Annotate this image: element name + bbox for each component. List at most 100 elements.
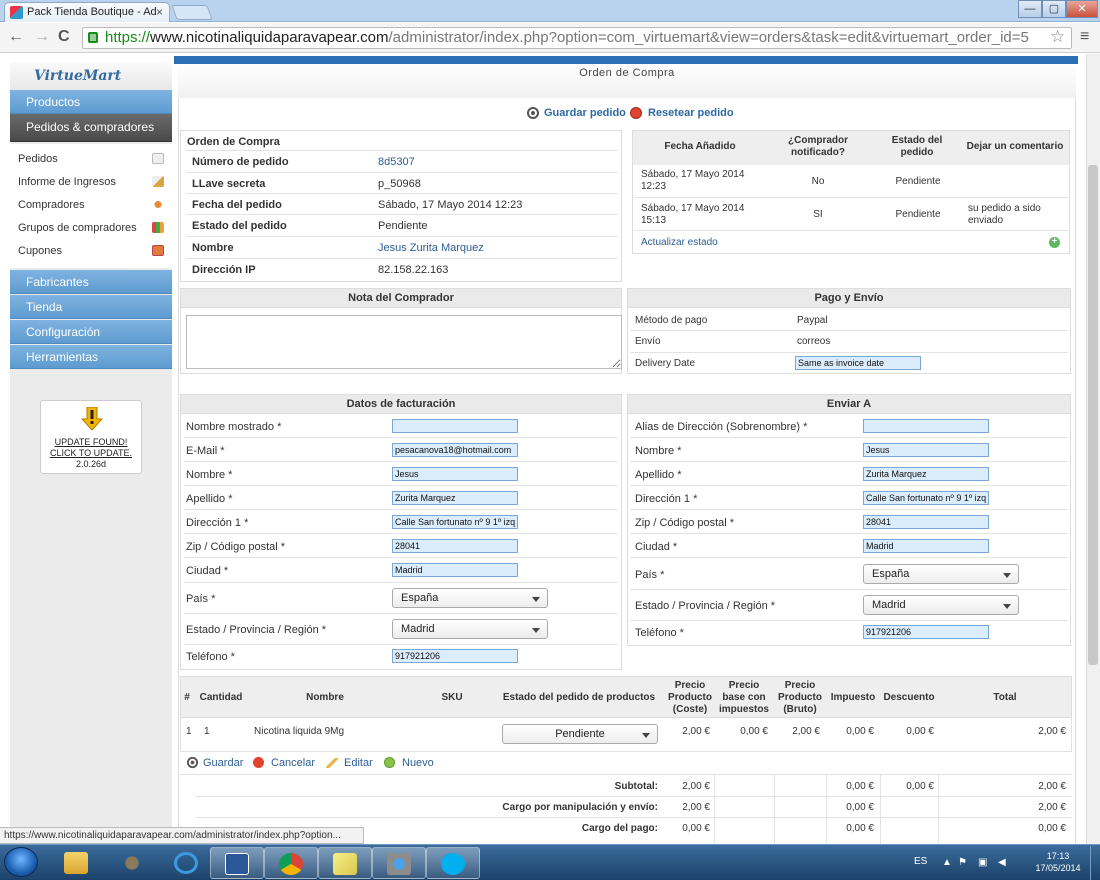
sidebar-section-manufacturers[interactable]: Fabricantes <box>10 270 172 294</box>
click-to-update-link[interactable]: CLICK TO UPDATE. <box>50 448 132 458</box>
billing-country-select[interactable]: España <box>392 588 548 608</box>
new-item-button[interactable]: Nuevo <box>402 757 434 769</box>
tab-title: Pack Tienda Boutique - Ad <box>27 6 157 18</box>
history-row1-date: Sábado, 17 Mayo 2014 12:23 <box>641 169 745 192</box>
cancel-icon <box>253 757 264 768</box>
taskbar-chrome[interactable] <box>264 847 318 879</box>
ship-city-input[interactable]: Madrid <box>863 539 989 553</box>
sidebar-item-coupons[interactable]: Cupones <box>18 245 62 257</box>
billing-address-input[interactable]: Calle San fortunato nº 9 1º izq <box>392 515 518 529</box>
ship-last-name-input[interactable]: Zurita Marquez <box>863 467 989 481</box>
update-found-link[interactable]: UPDATE FOUND! <box>55 437 128 447</box>
reset-order-button[interactable]: Resetear pedido <box>648 107 734 119</box>
cancel-items-button[interactable]: Cancelar <box>271 757 315 769</box>
ship-alias-input[interactable] <box>863 419 989 433</box>
tray-flag-icon[interactable]: ⚑ <box>958 857 967 868</box>
history-row2-status: Pendiente <box>895 209 941 220</box>
sidebar-section-store[interactable]: Tienda <box>10 295 172 319</box>
scrollbar-thumb[interactable] <box>1088 165 1098 665</box>
virtuemart-logo: VirtueMart <box>10 62 172 90</box>
page-title: Orden de Compra <box>178 64 1076 98</box>
language-indicator[interactable]: ES <box>914 856 927 867</box>
show-desktop-button[interactable] <box>1090 846 1100 880</box>
bookmark-star-icon[interactable]: ☆ <box>1050 27 1065 47</box>
ship-address-input[interactable]: Calle San fortunato nº 9 1º izq <box>863 491 989 505</box>
sidebar-section-configuration[interactable]: Configuración <box>10 320 172 344</box>
new-tab-button[interactable] <box>171 5 213 20</box>
start-button[interactable] <box>4 847 38 877</box>
taskbar-ie[interactable] <box>160 847 214 879</box>
window-close-button[interactable]: ✕ <box>1066 0 1098 18</box>
sidebar-section-orders[interactable]: Pedidos & compradores <box>10 114 172 142</box>
billing-phone-input[interactable]: 917921206 <box>392 649 518 663</box>
reload-icon[interactable]: C <box>58 28 70 46</box>
tray-expand-icon[interactable]: ▲ <box>942 857 952 868</box>
items-col-num: # <box>184 692 190 703</box>
address-bar[interactable]: https://www.nicotinaliquidaparavapear.co… <box>82 27 1072 49</box>
browser-tab[interactable]: Pack Tienda Boutique - Ad × <box>4 2 170 22</box>
buyer-note-textarea[interactable] <box>186 315 622 369</box>
billing-display-name-input[interactable] <box>392 419 518 433</box>
taskbar-network[interactable] <box>372 847 426 879</box>
ship-country-select[interactable]: España <box>863 564 1019 584</box>
url-host: www.nicotinaliquidaparavapear.com <box>150 29 389 46</box>
back-arrow-icon[interactable]: ← <box>8 28 24 46</box>
sidebar-item-revenue-report[interactable]: Informe de Ingresos <box>18 176 116 188</box>
taskbar-gimp[interactable] <box>106 847 160 879</box>
ship-phone-input[interactable]: 917921206 <box>863 625 989 639</box>
delivery-date-label: Delivery Date <box>635 358 696 369</box>
edit-items-button[interactable]: Editar <box>344 757 373 769</box>
browser-menu-icon[interactable]: ≡ <box>1080 28 1089 46</box>
taskbar-skype[interactable] <box>426 847 480 879</box>
forward-arrow-icon[interactable]: → <box>34 28 50 46</box>
shipping-fee-label: Cargo por manipulación y envío: <box>502 802 658 813</box>
history-row2-comment: su pedido a sido enviado <box>968 203 1041 226</box>
taskbar-explorer[interactable] <box>50 847 104 879</box>
tray-network-icon[interactable]: ▣ <box>978 857 987 868</box>
billing-state-select[interactable]: Madrid <box>392 619 548 639</box>
customer-name-link[interactable]: Jesus Zurita Marquez <box>378 242 484 254</box>
ship-first-name-label: Nombre * <box>635 445 682 457</box>
sidebar-item-buyer-groups[interactable]: Grupos de compradores <box>18 222 137 234</box>
url-scheme: https:// <box>105 29 151 46</box>
update-status-link[interactable]: Actualizar estado <box>641 237 718 248</box>
items-col-base: Precio base con impuestos <box>718 680 769 715</box>
billing-last-name-input[interactable]: Zurita Marquez <box>392 491 518 505</box>
taskbar-notes[interactable] <box>318 847 372 879</box>
billing-city-input[interactable]: Madrid <box>392 563 518 577</box>
ship-state-label: Estado / Provincia / Región * <box>635 600 776 612</box>
window-maximize-button[interactable]: ▢ <box>1042 0 1066 18</box>
sidebar-section-tools[interactable]: Herramientas <box>10 345 172 369</box>
sidebar-section-products[interactable]: Productos <box>10 90 172 114</box>
save-items-button[interactable]: Guardar <box>203 757 243 769</box>
billing-email-input[interactable]: pesacanova18@hotmail.com <box>392 443 518 457</box>
sidebar-item-buyers[interactable]: Compradores <box>18 199 85 211</box>
delivery-date-input[interactable]: Same as invoice date <box>795 356 921 370</box>
tab-close-icon[interactable]: × <box>156 5 163 19</box>
item-status-select[interactable]: Pendiente <box>502 724 658 744</box>
taskbar-word[interactable] <box>210 847 264 879</box>
add-status-plus-icon[interactable]: + <box>1049 237 1060 248</box>
update-notice[interactable]: UPDATE FOUND! CLICK TO UPDATE. 2.0.26d <box>40 400 142 474</box>
buyers-people-icon <box>152 199 164 210</box>
payment-fee-total: 0,00 € <box>1038 823 1066 834</box>
secret-key-label: LLave secreta <box>192 178 266 190</box>
billing-first-name-input[interactable]: Jesus <box>392 467 518 481</box>
tray-volume-icon[interactable]: ◀ <box>998 857 1006 868</box>
billing-zip-input[interactable]: 28041 <box>392 539 518 553</box>
payment-fee-label: Cargo del pago: <box>581 823 658 834</box>
ship-zip-input[interactable]: 28041 <box>863 515 989 529</box>
skype-icon <box>441 853 465 875</box>
sidebar-item-orders[interactable]: Pedidos <box>18 153 58 165</box>
ship-to-heading: Enviar A <box>627 394 1071 414</box>
items-col-qty: Cantidad <box>199 692 243 703</box>
window-minimize-button[interactable]: — <box>1018 0 1042 18</box>
ship-state-select[interactable]: Madrid <box>863 595 1019 615</box>
billing-last-name-label: Apellido * <box>186 493 233 505</box>
taskbar-clock[interactable]: 17:13 17/05/2014 <box>1030 850 1086 874</box>
save-order-button[interactable]: Guardar pedido <box>544 107 626 119</box>
chevron-down-icon <box>532 628 540 633</box>
billing-display-name-label: Nombre mostrado * <box>186 421 282 433</box>
ship-first-name-input[interactable]: Jesus <box>863 443 989 457</box>
ship-zip-label: Zip / Código postal * <box>635 517 735 529</box>
